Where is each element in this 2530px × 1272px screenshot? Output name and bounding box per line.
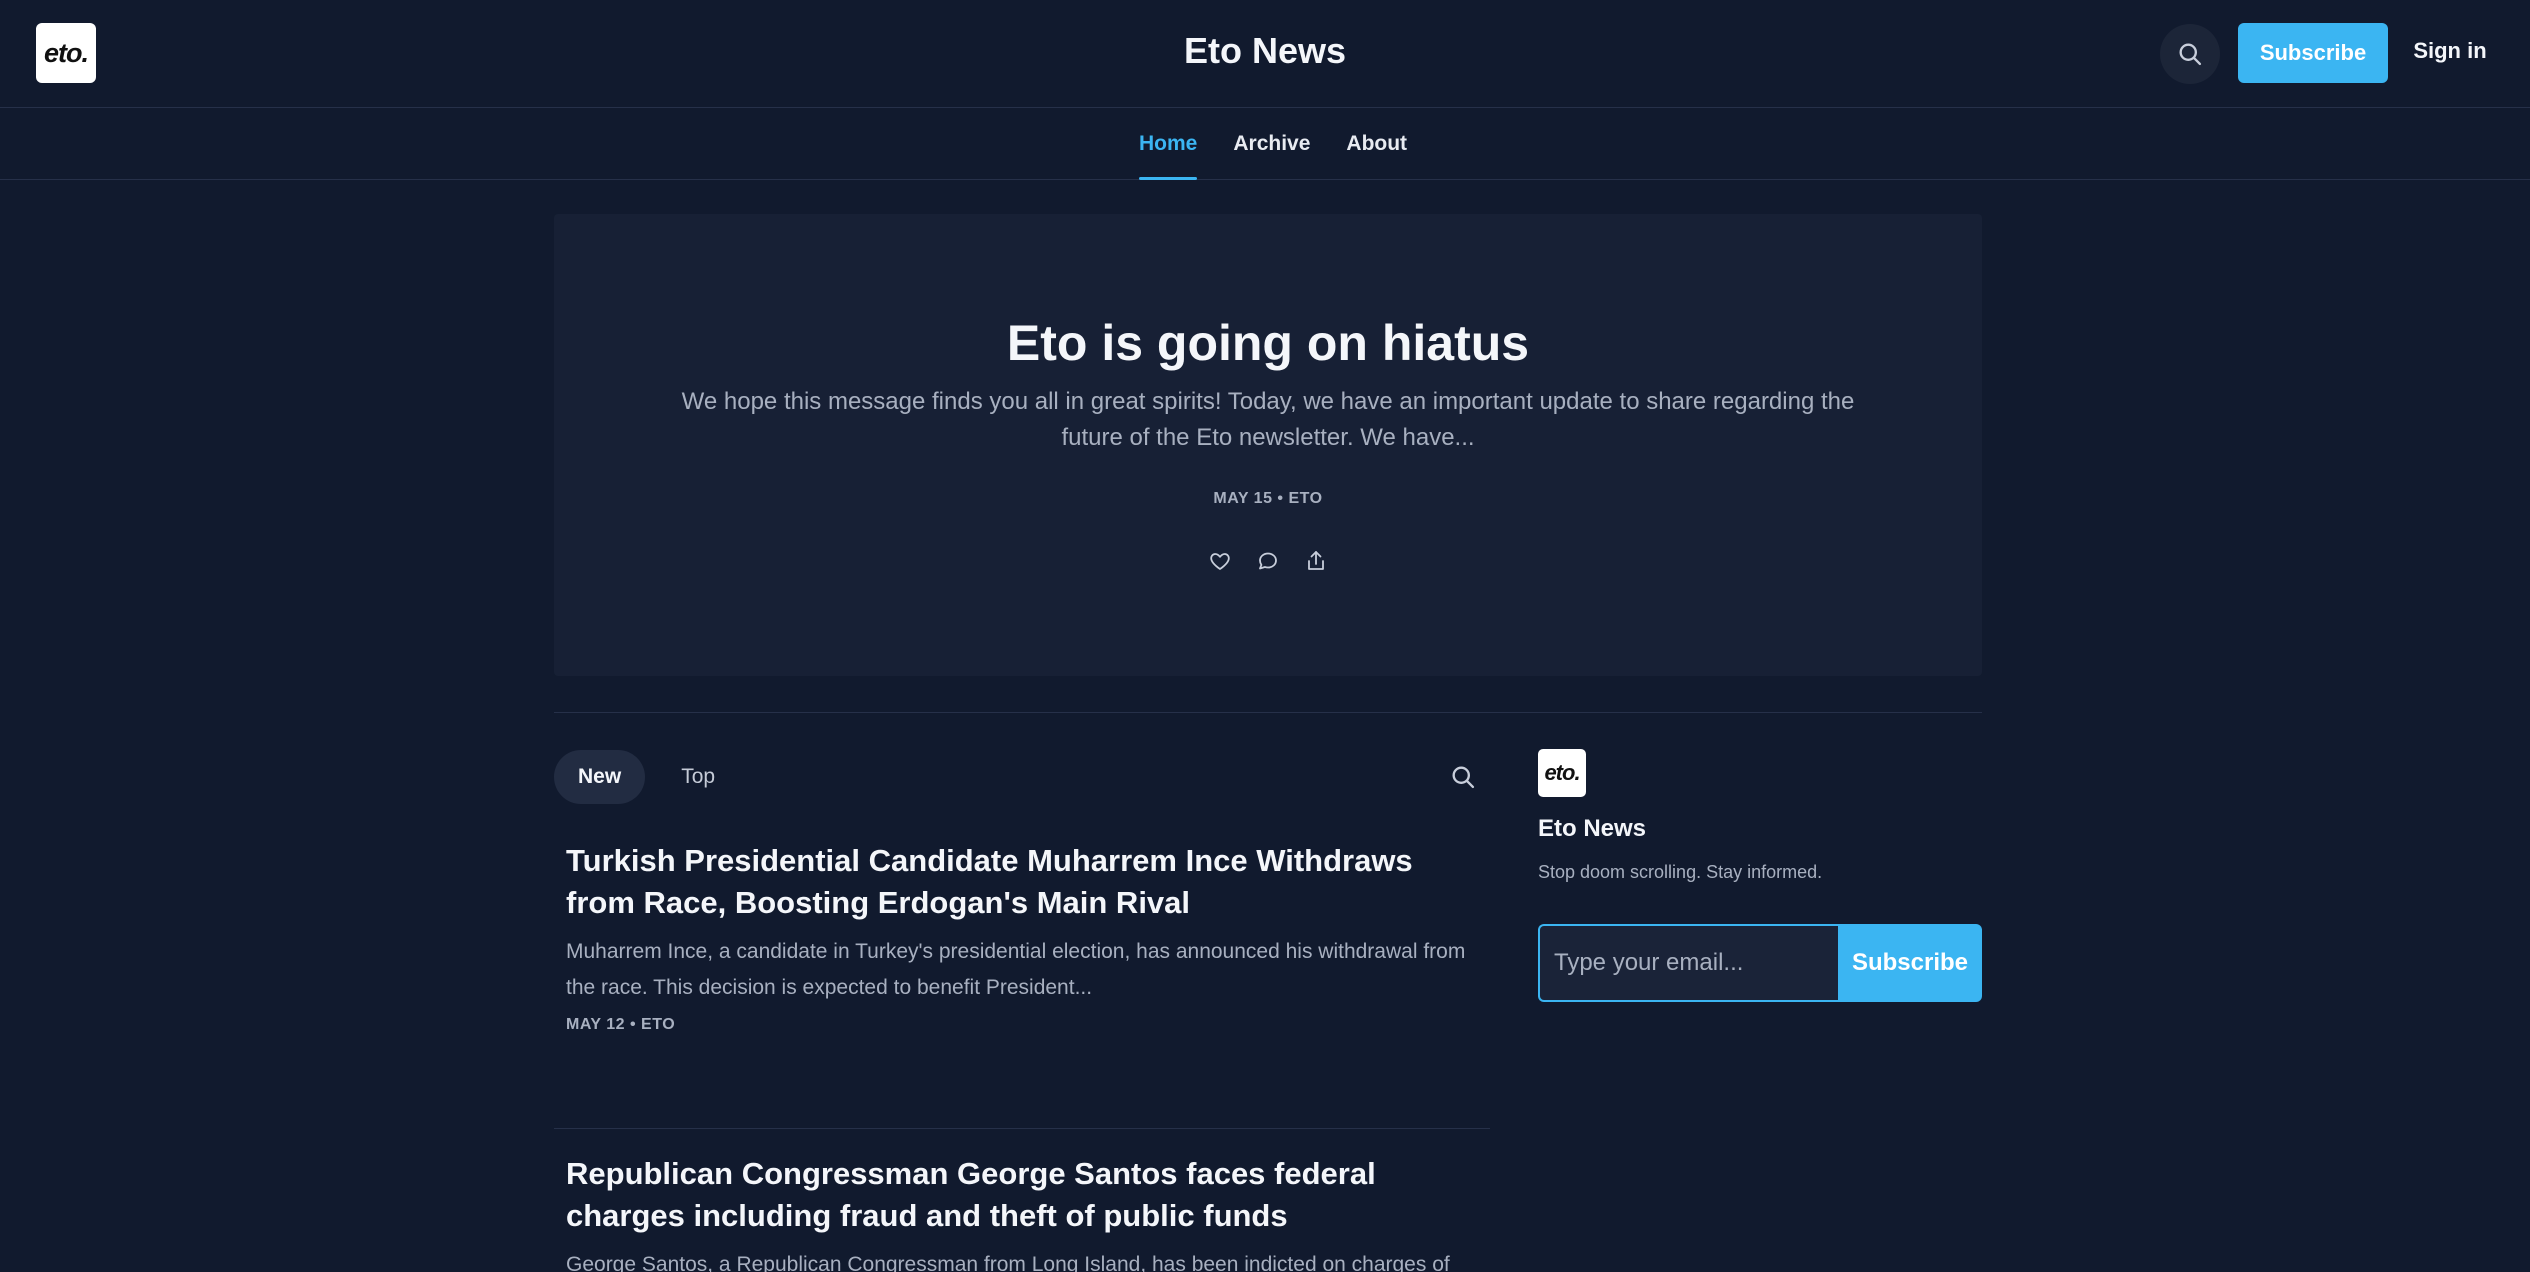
section-divider	[554, 712, 1982, 713]
feed-tabs: New Top	[554, 750, 739, 804]
site-title[interactable]: Eto News	[0, 30, 2530, 72]
subscribe-form: Subscribe	[1538, 924, 1982, 1002]
sidebar-title: Eto News	[1538, 815, 1647, 842]
feed-tab-new[interactable]: New	[554, 750, 646, 804]
top-header: eto. Eto News Subscribe Sign in	[0, 0, 2530, 108]
post-title[interactable]: Republican Congressman George Santos fac…	[566, 1153, 1481, 1237]
sidebar-tagline: Stop doom scrolling. Stay informed.	[1538, 862, 1823, 882]
post-meta: MAY 12 • ETO	[566, 1016, 676, 1033]
post-excerpt: Muharrem Ince, a candidate in Turkey's p…	[566, 940, 1466, 999]
search-icon	[2179, 43, 2202, 66]
sidebar-logo[interactable]: eto.	[1538, 749, 1586, 797]
search-icon	[1452, 766, 1475, 789]
feed-tab-top[interactable]: Top	[657, 750, 739, 804]
feed-search-button[interactable]	[1446, 760, 1480, 794]
share-icon	[1308, 551, 1324, 570]
post-excerpt: George Santos, a Republican Congressman …	[566, 1253, 1450, 1272]
comment-icon	[1259, 552, 1277, 570]
header-subscribe-button[interactable]: Subscribe	[2238, 23, 2388, 83]
like-button[interactable]	[1207, 548, 1233, 574]
sidebar-subscribe-button[interactable]: Subscribe	[1838, 924, 1982, 1002]
sign-in-link[interactable]: Sign in	[2400, 38, 2500, 64]
nav-tab-archive[interactable]: Archive	[1233, 108, 1310, 180]
comment-button[interactable]	[1255, 548, 1281, 574]
heart-icon	[1210, 553, 1230, 570]
header-search-button[interactable]	[2160, 24, 2220, 84]
featured-post-actions	[554, 548, 1982, 574]
sidebar-logo-text: eto.	[1544, 760, 1580, 785]
post-item[interactable]: Turkish Presidential Candidate Muharrem …	[566, 840, 1481, 1034]
post-title[interactable]: Turkish Presidential Candidate Muharrem …	[566, 840, 1481, 924]
nav-tab-home[interactable]: Home	[1139, 108, 1198, 180]
featured-post-title[interactable]: Eto is going on hiatus	[554, 314, 1982, 372]
share-button[interactable]	[1303, 548, 1329, 574]
email-input[interactable]	[1538, 924, 1838, 1002]
featured-post-meta: MAY 15 • ETO	[1213, 490, 1323, 507]
featured-post-excerpt: We hope this message finds you all in gr…	[681, 388, 1855, 451]
post-divider	[554, 1128, 1490, 1129]
featured-post-card[interactable]: Eto is going on hiatus We hope this mess…	[554, 214, 1982, 676]
nav-tab-about[interactable]: About	[1346, 108, 1407, 180]
post-item[interactable]: Republican Congressman George Santos fac…	[566, 1153, 1481, 1272]
main-nav: Home Archive About	[0, 108, 2530, 180]
nav-items: Home Archive About	[1139, 108, 1407, 180]
